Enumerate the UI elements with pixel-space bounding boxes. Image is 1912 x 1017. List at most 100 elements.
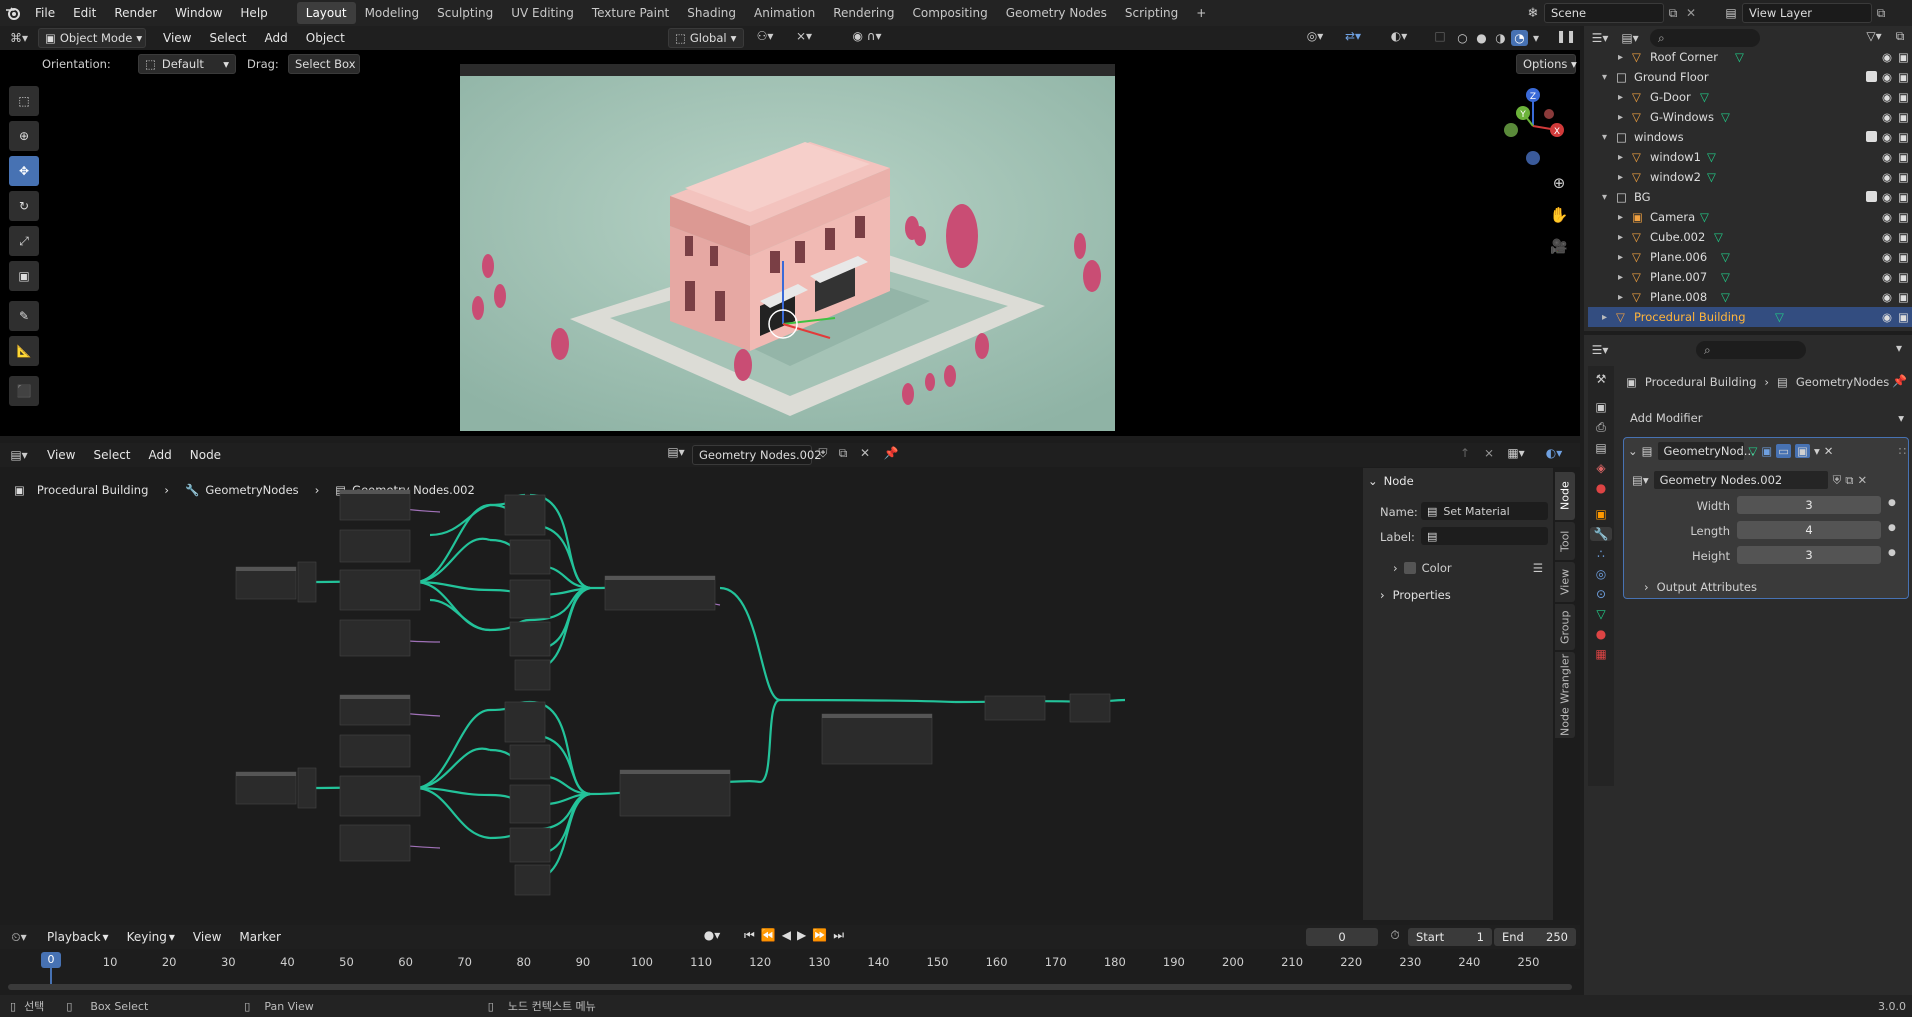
eye-icon[interactable]: ◉ xyxy=(1882,90,1892,104)
expand-arrow-icon[interactable]: ▸ xyxy=(1618,212,1623,223)
options-dropdown[interactable]: Options ▾ xyxy=(1516,54,1577,74)
expand-arrow-icon[interactable]: ▸ xyxy=(1618,232,1623,243)
tab-group[interactable]: Group xyxy=(1555,604,1575,650)
jump-end-icon[interactable]: ⏭ xyxy=(833,928,844,943)
tab-compositing[interactable]: Compositing xyxy=(903,2,996,24)
tab-rendering[interactable]: Rendering xyxy=(824,2,903,24)
pin-icon[interactable]: 📌 xyxy=(882,446,900,460)
outliner-row[interactable]: ▸ ▽ Plane.008 ▽ ◉ ▣ xyxy=(1588,287,1912,307)
playhead-marker[interactable]: 0 xyxy=(41,952,61,968)
outliner-row[interactable]: ▾ □ BG ◉ ▣ xyxy=(1588,187,1912,207)
transform-orientation-selector[interactable]: ⬚ Global ▾ xyxy=(668,28,744,48)
outliner-row[interactable]: ▸ ▽ window1 ▽ ◉ ▣ xyxy=(1588,147,1912,167)
menu-render[interactable]: Render xyxy=(105,0,166,26)
tab-shading[interactable]: Shading xyxy=(678,2,745,24)
gizmo-toggle-icon[interactable]: ⇄▾ xyxy=(1338,29,1368,43)
scene-tab-icon[interactable]: ◈ xyxy=(1596,461,1605,475)
timeline-menu-marker[interactable]: Marker xyxy=(230,925,289,949)
render-camera-icon[interactable]: ▣ xyxy=(1898,230,1909,244)
keyframe-dot-icon[interactable]: ● xyxy=(1888,523,1896,533)
eye-icon[interactable]: ◉ xyxy=(1882,270,1892,284)
editor-type-timeline-icon[interactable]: ⏲▾ xyxy=(0,930,38,945)
tab-sculpting[interactable]: Sculpting xyxy=(428,2,502,24)
node-label-field[interactable]: ▤ xyxy=(1421,527,1548,545)
modifier-name-field[interactable]: GeometryNod... xyxy=(1656,441,1755,461)
tab-node-wrangler[interactable]: Node Wrangler xyxy=(1555,652,1575,738)
viewport-menu-add[interactable]: Add xyxy=(256,26,297,50)
visibility-icon[interactable]: ◎▾ xyxy=(1300,29,1330,43)
solid-shading-icon[interactable]: ● xyxy=(1473,30,1490,46)
eye-icon[interactable]: ◉ xyxy=(1882,250,1892,264)
mesh-data-icon[interactable]: ▽ xyxy=(1721,270,1730,284)
record-icon[interactable]: ●▾ xyxy=(700,928,724,942)
world-tab-icon[interactable]: ● xyxy=(1596,481,1606,495)
include-checkbox[interactable] xyxy=(1866,191,1877,202)
outliner-row[interactable]: ▸ ▽ G-Windows ▽ ◉ ▣ xyxy=(1588,107,1912,127)
stopwatch-icon[interactable]: ⏱ xyxy=(1386,928,1404,943)
properties-search-input[interactable]: ⌕ xyxy=(1696,341,1806,359)
modifier-field-width[interactable]: 3 xyxy=(1737,496,1881,514)
pivot-icon[interactable]: ⚇▾ xyxy=(752,29,778,43)
mesh-data-icon[interactable]: ▽ xyxy=(1775,310,1784,324)
camera-view-icon[interactable]: 🎥 xyxy=(1546,234,1572,260)
add-cube-tool[interactable]: ⬛ xyxy=(9,376,39,406)
timeline-menu-keying[interactable]: Keying ▾ xyxy=(118,925,184,949)
render-camera-icon[interactable]: ▣ xyxy=(1898,150,1909,164)
drag-dropdown[interactable]: Select Box xyxy=(288,54,360,74)
render-camera-icon[interactable]: ▣ xyxy=(1898,110,1909,124)
expand-arrow-icon[interactable]: ▸ xyxy=(1618,92,1623,103)
outliner-row[interactable]: ▸ ▽ Roof Corner ▽ ◉ ▣ xyxy=(1588,47,1912,67)
constraints-tab-icon[interactable]: ⊙ xyxy=(1596,587,1606,601)
color-checkbox[interactable] xyxy=(1403,562,1416,574)
list-icon[interactable]: ☰ xyxy=(1533,561,1543,575)
node-panel-header[interactable]: ⌄ Node xyxy=(1368,472,1550,490)
eye-icon[interactable]: ◉ xyxy=(1882,210,1892,224)
tab-tool[interactable]: Tool xyxy=(1555,522,1575,560)
tab-animation[interactable]: Animation xyxy=(745,2,824,24)
filter-icon[interactable]: ▽▾ xyxy=(1862,29,1886,43)
keyframe-dot-icon[interactable]: ● xyxy=(1888,498,1896,508)
render-camera-icon[interactable]: ▣ xyxy=(1898,210,1909,224)
move-tool[interactable]: ✥ xyxy=(9,156,39,186)
physics-tab-icon[interactable]: ◎ xyxy=(1596,567,1606,581)
collapse-chevron-icon[interactable]: ⌄ xyxy=(1628,444,1638,458)
texture-tab-icon[interactable]: ▦ xyxy=(1595,647,1606,661)
tab-view[interactable]: View xyxy=(1555,562,1575,602)
render-camera-icon[interactable]: ▣ xyxy=(1898,70,1909,84)
pan-hand-icon[interactable]: ✋ xyxy=(1546,202,1572,228)
render-camera-icon[interactable]: ▣ xyxy=(1898,250,1909,264)
xray-icon[interactable]: □ xyxy=(1430,29,1450,43)
expand-arrow-icon[interactable]: ▸ xyxy=(1602,312,1607,323)
proportional-edit-icon[interactable]: ◉ ∩▾ xyxy=(842,29,892,43)
render-camera-icon[interactable]: ▣ xyxy=(1898,270,1909,284)
transform-tool[interactable]: ▣ xyxy=(9,261,39,291)
expand-arrow-icon[interactable]: ▸ xyxy=(1618,152,1623,163)
duplicate-icon[interactable]: ⧉ xyxy=(834,446,852,461)
expand-arrow-icon[interactable]: ▸ xyxy=(1618,172,1623,183)
eye-icon[interactable]: ◉ xyxy=(1882,190,1892,204)
unlink-icon[interactable]: ✕ xyxy=(1857,473,1867,487)
modifier-field-height[interactable]: 3 xyxy=(1737,546,1881,564)
outliner-row[interactable]: ▸ ▽ Plane.007 ▽ ◉ ▣ xyxy=(1588,267,1912,287)
copy-view-layer-icon[interactable]: ⧉ xyxy=(1872,6,1890,21)
cursor-tool[interactable]: ⊕ xyxy=(9,121,39,151)
current-frame-field[interactable]: 0 xyxy=(1306,928,1378,946)
add-workspace-button[interactable]: + xyxy=(1187,2,1215,24)
eye-icon[interactable]: ◉ xyxy=(1882,110,1892,124)
tab-scripting[interactable]: Scripting xyxy=(1116,2,1187,24)
menu-edit[interactable]: Edit xyxy=(64,0,105,26)
particles-tab-icon[interactable]: ∴ xyxy=(1597,547,1605,561)
node-tree-name[interactable]: Geometry Nodes.002 xyxy=(692,445,822,465)
mesh-data-icon[interactable]: ▽ xyxy=(1714,230,1723,244)
close-scene-icon[interactable]: ✕ xyxy=(1682,6,1700,20)
cage-toggle-icon[interactable]: ▣ xyxy=(1761,444,1772,458)
modifier-tab-icon[interactable]: 🔧 xyxy=(1589,527,1613,541)
node-menu-select[interactable]: Select xyxy=(84,443,139,467)
tab-uv-editing[interactable]: UV Editing xyxy=(502,2,583,24)
expand-arrow-icon[interactable]: ▸ xyxy=(1618,272,1623,283)
node-menu-add[interactable]: Add xyxy=(140,443,181,467)
expand-arrow-icon[interactable]: ▾ xyxy=(1602,72,1607,83)
select-box-tool[interactable]: ⬚ xyxy=(9,86,39,116)
overlay-toggle-icon[interactable]: ◐▾ xyxy=(1536,446,1572,460)
mode-selector[interactable]: ▣ Object Mode ▾ xyxy=(38,28,146,48)
